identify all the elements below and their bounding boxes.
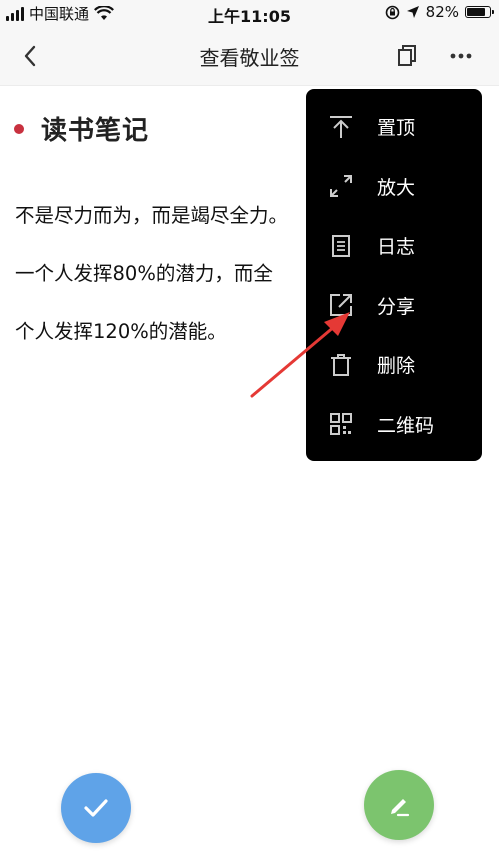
more-button[interactable]: [444, 42, 480, 70]
note-heading: 读书笔记: [14, 110, 149, 147]
note-category-dot: [14, 123, 24, 134]
battery-level-fill: [467, 8, 486, 16]
rotation-lock-icon: [385, 5, 399, 19]
expand-icon: [326, 171, 356, 201]
menu-label: 二维码: [377, 414, 435, 437]
menu-label: 放大: [377, 176, 416, 199]
checkmark-icon: [84, 799, 108, 817]
page-title: 查看敬业签: [199, 46, 300, 70]
copy-button[interactable]: [392, 42, 422, 70]
app-screen: 中国联通 上午11:05 82% 查看敬业签 读书笔记 不是尽力而为，而是竭尽全…: [0, 0, 499, 854]
battery-percent: 82%: [425, 3, 459, 21]
log-document-icon: [326, 231, 356, 261]
edit-button[interactable]: [364, 770, 434, 840]
menu-label: 置顶: [377, 117, 416, 140]
location-icon: [406, 6, 419, 18]
qr-code-icon: [326, 409, 356, 439]
note-title: 读书笔记: [41, 116, 150, 146]
menu-item-expand[interactable]: 放大: [306, 157, 482, 217]
menu-label: 日志: [377, 236, 416, 259]
confirm-button[interactable]: [61, 773, 131, 843]
pin-top-icon: [326, 112, 356, 142]
menu-item-log[interactable]: 日志: [306, 216, 482, 276]
status-right: 82%: [385, 3, 494, 21]
more-horizontal-icon: [450, 53, 472, 59]
status-bar: 中国联通 上午11:05 82%: [0, 0, 499, 26]
menu-item-pin-top[interactable]: 置顶: [306, 97, 482, 157]
pencil-edit-icon: [391, 799, 410, 817]
copy-icon: [398, 45, 416, 66]
menu-label: 删除: [377, 355, 416, 378]
menu-label: 分享: [377, 295, 416, 318]
battery-icon: [465, 6, 494, 18]
navigation-bar: 查看敬业签: [0, 26, 499, 86]
annotation-arrow-icon: [250, 312, 350, 398]
